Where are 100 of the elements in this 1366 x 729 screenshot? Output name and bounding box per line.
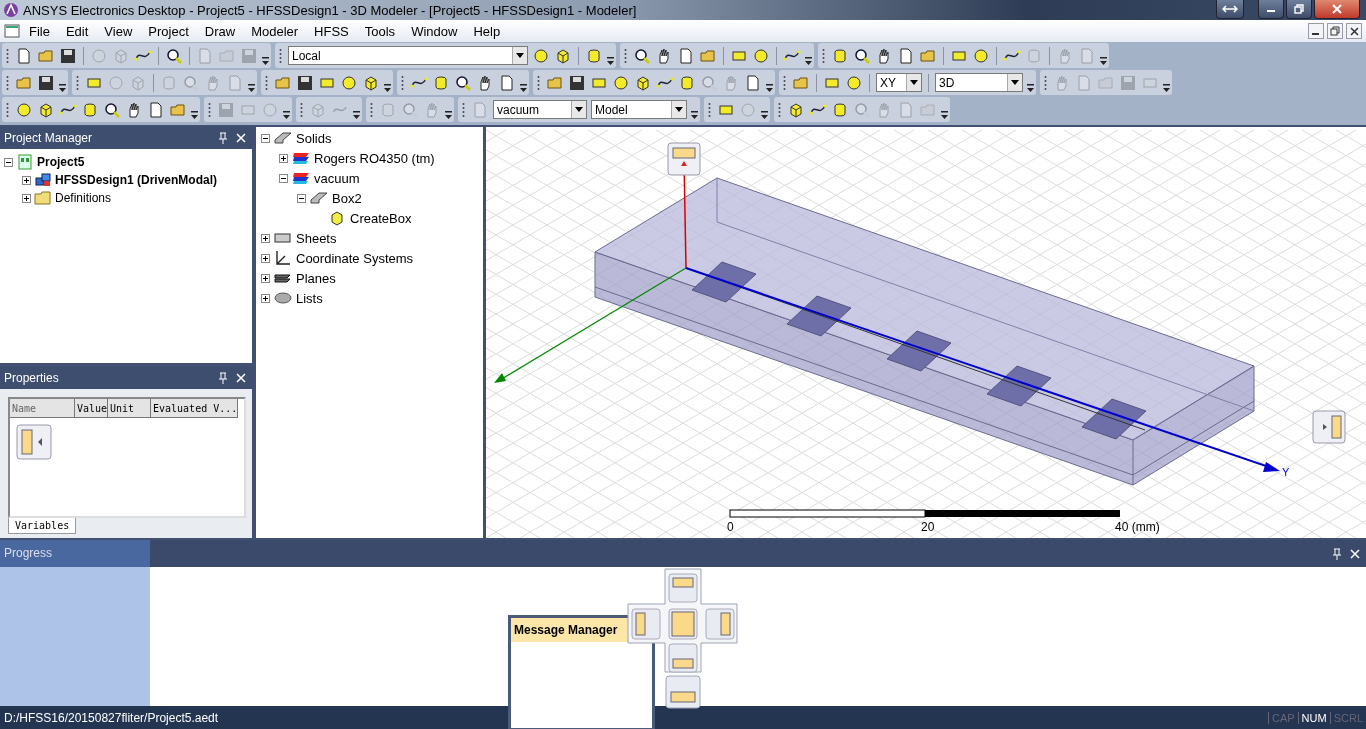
circle-icon[interactable] bbox=[972, 46, 990, 65]
grip-icon[interactable] bbox=[783, 74, 786, 91]
overflow-icon[interactable] bbox=[805, 56, 812, 66]
grip-icon[interactable] bbox=[462, 101, 465, 118]
circle-icon[interactable] bbox=[15, 100, 33, 119]
grip-icon[interactable] bbox=[300, 101, 303, 118]
expander-icon[interactable] bbox=[261, 133, 270, 143]
expander-icon[interactable] bbox=[261, 293, 270, 303]
tree-item[interactable]: Coordinate Systems bbox=[296, 250, 414, 266]
pin-icon[interactable] bbox=[1332, 547, 1342, 560]
page-icon[interactable] bbox=[147, 100, 165, 119]
page-icon[interactable] bbox=[897, 46, 915, 65]
expander-icon[interactable] bbox=[4, 157, 13, 167]
grip-icon[interactable] bbox=[6, 101, 9, 118]
tree-item[interactable]: Lists bbox=[296, 290, 323, 306]
message-manager-window[interactable]: Message Manager bbox=[508, 615, 655, 729]
grip-icon[interactable] bbox=[76, 74, 79, 91]
menu-item[interactable]: Draw bbox=[195, 23, 243, 39]
menu-item[interactable]: View bbox=[95, 23, 140, 39]
menu-item[interactable]: Modeler bbox=[242, 23, 306, 39]
tree-item[interactable]: Box2 bbox=[332, 190, 362, 206]
tree-item[interactable]: Definitions bbox=[55, 191, 112, 205]
lens-icon[interactable] bbox=[103, 100, 121, 119]
circle-icon[interactable] bbox=[340, 73, 358, 92]
page-icon[interactable] bbox=[15, 46, 33, 65]
column-header[interactable]: Value bbox=[75, 399, 108, 418]
close-icon[interactable] bbox=[1350, 548, 1360, 559]
expander-icon[interactable] bbox=[279, 173, 288, 183]
overflow-icon[interactable] bbox=[1100, 56, 1107, 66]
overflow-icon[interactable] bbox=[607, 56, 614, 66]
tree-item[interactable]: Rogers RO4350 (tm) bbox=[314, 150, 435, 166]
document-icon[interactable] bbox=[4, 24, 20, 38]
expander-icon[interactable] bbox=[22, 175, 31, 185]
overflow-icon[interactable] bbox=[445, 110, 452, 120]
menu-item[interactable]: Tools bbox=[355, 23, 403, 39]
minimize-button[interactable] bbox=[1258, 0, 1284, 19]
dropdown[interactable]: Model bbox=[591, 100, 687, 119]
page-icon[interactable] bbox=[744, 73, 762, 92]
tree-item[interactable]: Sheets bbox=[296, 230, 337, 246]
overflow-icon[interactable] bbox=[353, 110, 360, 120]
grip-icon[interactable] bbox=[265, 74, 268, 91]
column-header[interactable]: Evaluated V... bbox=[151, 399, 238, 418]
grip-icon[interactable] bbox=[401, 74, 404, 91]
overflow-icon[interactable] bbox=[248, 83, 255, 93]
lens-icon[interactable] bbox=[454, 73, 472, 92]
expander-icon[interactable] bbox=[279, 153, 288, 163]
restore-button[interactable] bbox=[1286, 0, 1312, 19]
menu-item[interactable]: Help bbox=[464, 23, 508, 39]
lens-icon[interactable] bbox=[165, 46, 183, 65]
column-header[interactable]: Unit bbox=[108, 399, 151, 418]
expander-icon[interactable] bbox=[22, 193, 31, 203]
cylinder-icon[interactable] bbox=[585, 46, 603, 65]
circle-icon[interactable] bbox=[752, 46, 770, 65]
dropdown[interactable]: XY bbox=[876, 73, 922, 92]
menu-item[interactable]: HFSS bbox=[305, 23, 356, 39]
grip-icon[interactable] bbox=[624, 47, 627, 64]
cylinder-icon[interactable] bbox=[831, 100, 849, 119]
substrate-box-drawing[interactable] bbox=[594, 177, 1255, 486]
overflow-icon[interactable] bbox=[941, 110, 948, 120]
grip-icon[interactable] bbox=[537, 74, 540, 91]
overflow-icon[interactable] bbox=[262, 56, 269, 66]
grip-icon[interactable] bbox=[279, 47, 282, 64]
tab[interactable]: Variables bbox=[8, 518, 77, 534]
expander-icon[interactable] bbox=[261, 273, 270, 283]
circle-icon[interactable] bbox=[845, 73, 863, 92]
overflow-icon[interactable] bbox=[691, 110, 698, 120]
overflow-icon[interactable] bbox=[766, 83, 773, 93]
menu-item[interactable]: Window bbox=[402, 23, 465, 39]
resize-button[interactable] bbox=[1216, 0, 1244, 19]
grip-icon[interactable] bbox=[208, 101, 211, 118]
lens-icon[interactable] bbox=[853, 46, 871, 65]
grip-icon[interactable] bbox=[370, 101, 373, 118]
page-icon[interactable] bbox=[498, 73, 516, 92]
overflow-icon[interactable] bbox=[761, 110, 768, 120]
tree-item[interactable]: Project5 bbox=[37, 155, 85, 169]
menu-item[interactable]: Project bbox=[139, 23, 196, 39]
cylinder-icon[interactable] bbox=[678, 73, 696, 92]
lens-icon[interactable] bbox=[633, 46, 651, 65]
cylinder-icon[interactable] bbox=[432, 73, 450, 92]
close-button[interactable] bbox=[1314, 0, 1360, 19]
expander-icon[interactable] bbox=[297, 193, 306, 203]
tree-item[interactable]: vacuum bbox=[314, 170, 360, 186]
dropdown[interactable]: 3D bbox=[935, 73, 1023, 92]
grip-icon[interactable] bbox=[1044, 74, 1047, 91]
minimize-button[interactable] bbox=[1308, 23, 1324, 39]
column-header[interactable]: Name bbox=[10, 399, 75, 418]
overflow-icon[interactable] bbox=[384, 83, 391, 93]
pin-icon[interactable] bbox=[218, 132, 228, 144]
dropdown[interactable]: Local bbox=[288, 46, 528, 65]
pin-icon[interactable] bbox=[218, 372, 228, 384]
menu-item[interactable]: Edit bbox=[56, 23, 96, 39]
grip-icon[interactable] bbox=[822, 47, 825, 64]
overflow-icon[interactable] bbox=[520, 83, 527, 93]
grip-icon[interactable] bbox=[708, 101, 711, 118]
dock-guide-drawing[interactable] bbox=[626, 567, 738, 711]
grip-icon[interactable] bbox=[6, 47, 9, 64]
cylinder-icon[interactable] bbox=[81, 100, 99, 119]
expander-icon[interactable] bbox=[261, 233, 270, 243]
tree-item[interactable]: Planes bbox=[296, 270, 336, 286]
grip-icon[interactable] bbox=[6, 74, 9, 91]
